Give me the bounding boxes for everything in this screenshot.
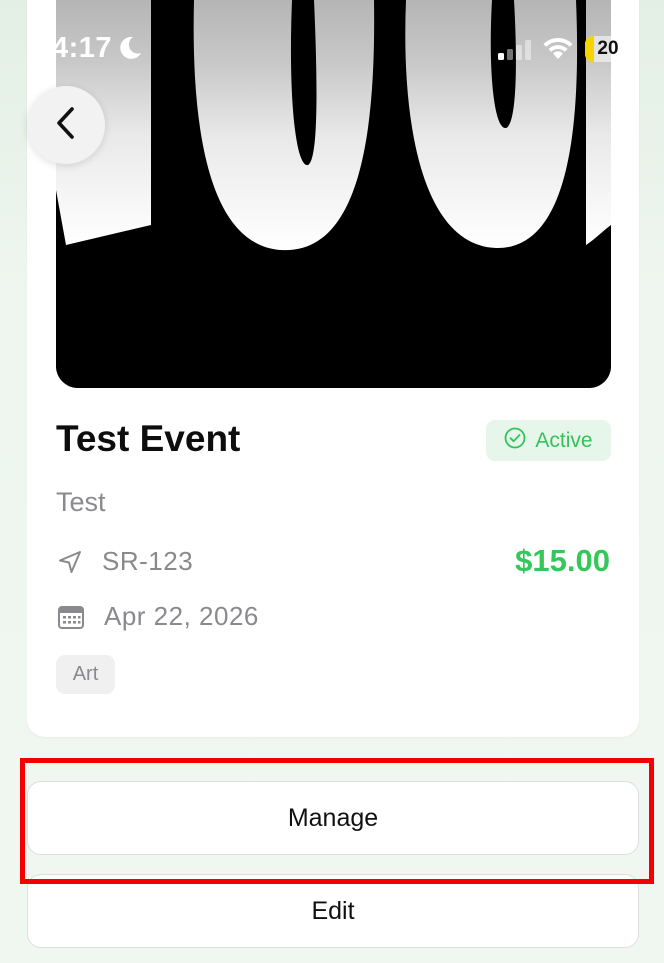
status-time: 4:17 — [52, 32, 113, 64]
category-tag: Art — [56, 655, 115, 694]
highlight-box — [20, 758, 654, 884]
status-bar: 4:17 20 — [0, 0, 664, 100]
event-description: Test — [56, 487, 106, 517]
cellular-signal-icon — [498, 40, 534, 65]
calendar-icon — [57, 603, 85, 636]
event-price: $15.00 — [515, 543, 610, 578]
event-date: Apr 22, 2026 — [104, 601, 259, 631]
edit-button[interactable]: Edit — [27, 874, 639, 948]
location-arrow-icon — [57, 549, 83, 580]
status-label: Active — [535, 428, 593, 452]
back-button[interactable] — [27, 86, 105, 164]
event-location: SR-123 — [102, 546, 194, 576]
battery-icon: 20 — [585, 36, 631, 62]
battery-level: 20 — [597, 38, 619, 59]
event-title: Test Event — [56, 418, 241, 459]
moon-icon — [116, 34, 144, 67]
status-badge: Active — [486, 420, 611, 461]
check-circle-icon — [504, 427, 526, 454]
chevron-left-icon — [54, 105, 78, 146]
wifi-icon — [541, 35, 575, 66]
